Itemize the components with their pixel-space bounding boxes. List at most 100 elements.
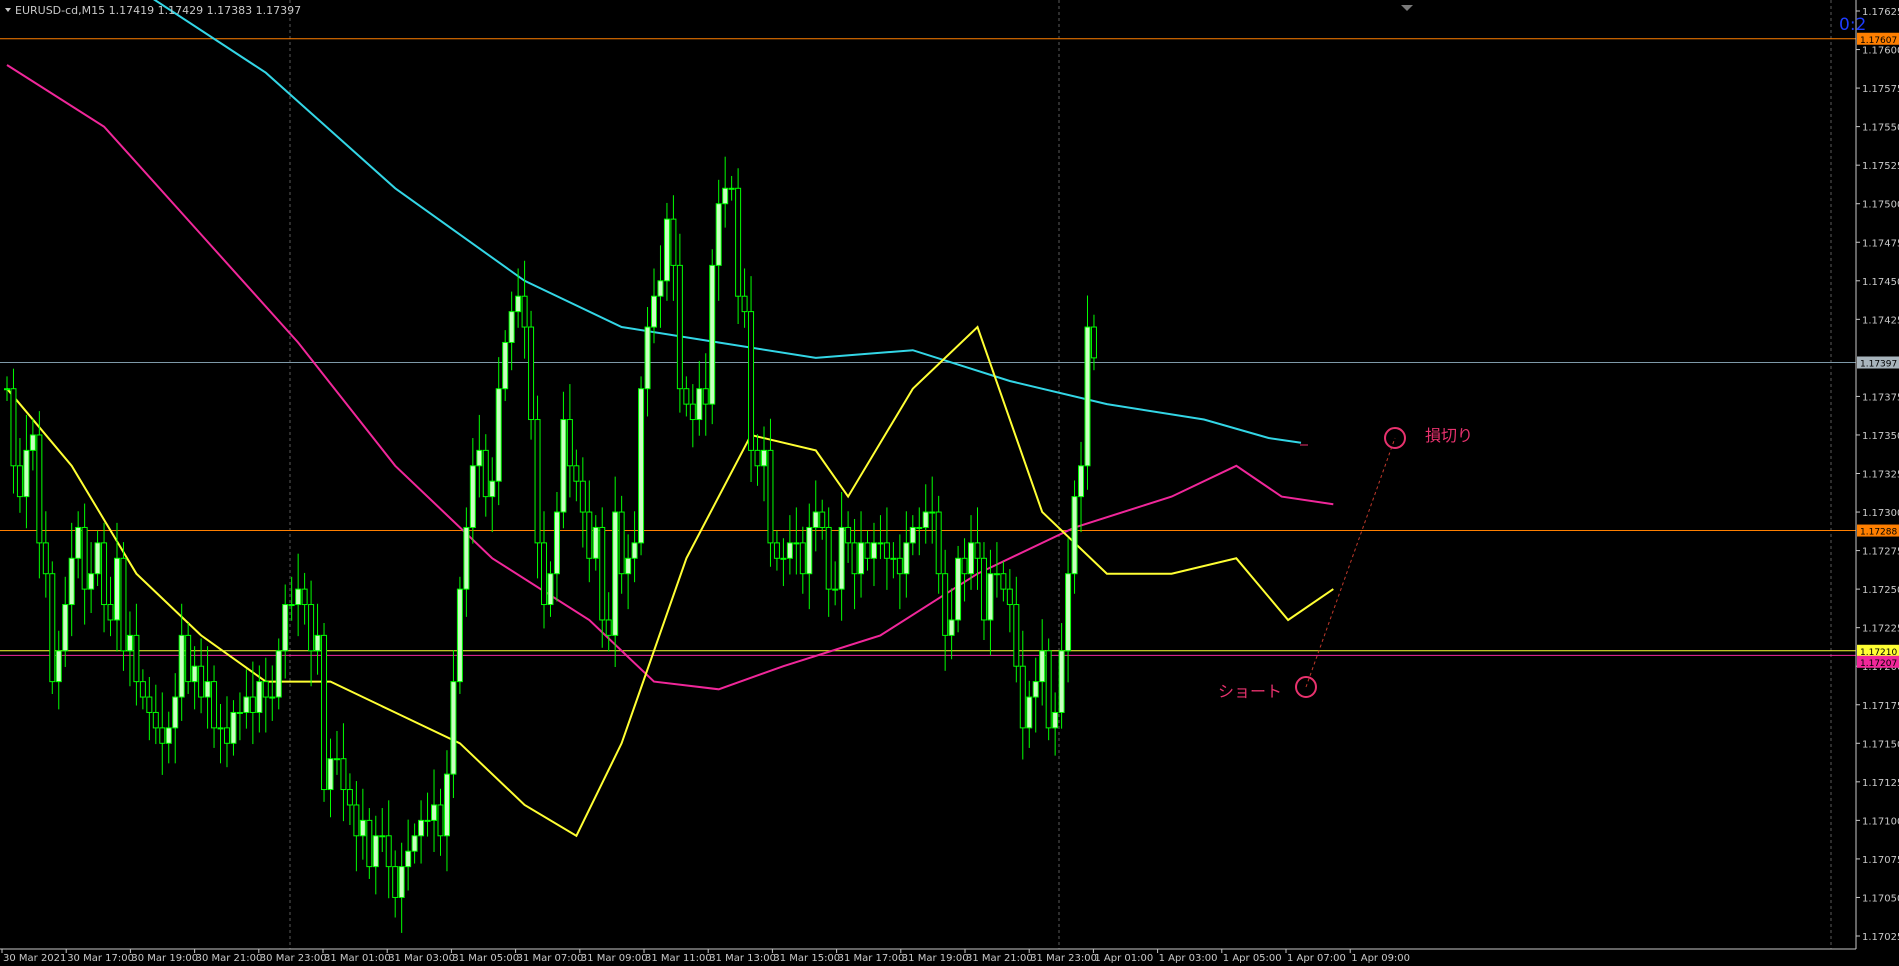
candle xyxy=(431,769,438,852)
candle-body xyxy=(314,634,321,652)
candle xyxy=(172,673,179,764)
candle-body xyxy=(657,280,664,297)
candle xyxy=(728,175,735,201)
candle xyxy=(980,542,987,640)
time-tick-label: 31 Mar 21:00 xyxy=(966,953,1033,964)
candle-body xyxy=(780,557,787,560)
candle-body xyxy=(321,634,328,791)
price-tick-label: 1.17350 xyxy=(1862,431,1899,442)
candle-body xyxy=(1071,496,1078,575)
time-axis[interactable]: 30 Mar 2021 30 Mar 17:0030 Mar 19:0030 Ma… xyxy=(0,948,1856,964)
price-axis[interactable]: 1.17625 1.17600 1.17575 1.17550 1.17525 1.175… xyxy=(1855,0,1899,949)
symbol-header: EURUSD-cd,M15 1.17419 1.17429 1.17383 1.… xyxy=(15,4,301,17)
moving-averages xyxy=(6,0,1334,838)
candle xyxy=(366,808,373,879)
candle-body xyxy=(211,681,218,729)
price-tick-label: 1.17450 xyxy=(1862,277,1899,288)
trade-annotations[interactable]: ショート 損切り xyxy=(1218,426,1473,701)
candle xyxy=(262,657,269,733)
candle xyxy=(773,530,780,571)
candle xyxy=(456,576,463,694)
candle-body xyxy=(308,604,315,652)
candle-body xyxy=(980,557,987,621)
candle xyxy=(599,507,606,648)
price-tick-label: 1.17025 xyxy=(1862,932,1899,943)
price-tick-label: 1.17600 xyxy=(1862,46,1899,57)
candle-body xyxy=(379,835,386,838)
candle-body xyxy=(353,804,360,837)
candle-body xyxy=(502,341,509,390)
candle-body xyxy=(612,511,619,636)
candle-body xyxy=(456,588,463,683)
candle-body xyxy=(1078,465,1085,498)
price-tick-label: 1.17300 xyxy=(1862,508,1899,519)
candle xyxy=(877,515,884,560)
candle xyxy=(101,522,108,633)
candle xyxy=(832,561,839,606)
candle xyxy=(638,376,645,556)
time-tick-label: 1 Apr 01:00 xyxy=(1094,953,1153,964)
candle-body xyxy=(728,187,735,190)
candle-body xyxy=(890,557,897,560)
candle xyxy=(275,638,282,710)
candle xyxy=(754,434,761,486)
candle-body xyxy=(832,588,839,591)
candle-body xyxy=(670,218,677,266)
candle xyxy=(126,611,133,687)
scroll-shift-marker-icon[interactable] xyxy=(1401,5,1413,11)
candle xyxy=(1032,657,1039,733)
horizontal-levels[interactable] xyxy=(0,38,1856,656)
candle-body xyxy=(812,511,819,528)
candle-body xyxy=(1026,696,1033,729)
candle xyxy=(948,588,955,660)
candle-body xyxy=(748,311,755,451)
candle xyxy=(896,534,903,610)
candle xyxy=(1006,569,1013,633)
price-chart[interactable]: ショート 損切り EURUSD-cd,M15 1.17419 1.17429 1.… xyxy=(0,0,1899,966)
candle xyxy=(935,495,942,594)
candle xyxy=(1026,680,1033,748)
candle-body xyxy=(385,835,392,868)
candle xyxy=(418,800,425,864)
price-tick-label: 1.17625 xyxy=(1862,7,1899,18)
time-tick-label: 31 Mar 19:00 xyxy=(902,953,969,964)
time-tick-label: 1 Apr 03:00 xyxy=(1159,953,1218,964)
candle-body xyxy=(1013,604,1020,667)
time-tick-label: 31 Mar 11:00 xyxy=(645,953,712,964)
candle-body xyxy=(838,526,845,590)
time-tick-label: 31 Mar 07:00 xyxy=(517,953,584,964)
candle xyxy=(1058,623,1065,729)
price-tick-label: 1.17550 xyxy=(1862,123,1899,134)
candle-body xyxy=(987,573,994,621)
candle-body xyxy=(528,326,535,421)
candle xyxy=(508,291,515,371)
candle xyxy=(741,268,748,328)
price-tick-label: 1.17125 xyxy=(1862,778,1899,789)
candle-body xyxy=(793,542,800,545)
candle xyxy=(553,492,560,602)
candle-body xyxy=(935,511,942,575)
candle-body xyxy=(948,619,955,636)
candle xyxy=(411,823,418,864)
triangle-down-icon[interactable] xyxy=(5,8,11,12)
candle-body xyxy=(942,573,949,636)
candle xyxy=(566,384,573,498)
candle xyxy=(663,202,670,301)
candle-body xyxy=(819,511,826,528)
candle xyxy=(955,545,962,633)
price-tick-label: 1.17050 xyxy=(1862,893,1899,904)
candle-body xyxy=(1084,326,1091,467)
candle xyxy=(88,542,95,614)
trading-chart-window[interactable]: ショート 損切り EURUSD-cd,M15 1.17419 1.17429 1.… xyxy=(0,0,1899,966)
candle xyxy=(68,522,75,637)
candle-body xyxy=(702,388,709,405)
candle-body xyxy=(1058,650,1065,713)
candle xyxy=(489,457,496,533)
candle-body xyxy=(1065,573,1072,652)
candle xyxy=(359,788,366,860)
candle xyxy=(29,418,36,471)
time-tick-label: 31 Mar 05:00 xyxy=(452,953,519,964)
candle xyxy=(42,511,49,598)
candle-body xyxy=(133,634,140,683)
candle-body xyxy=(715,203,722,266)
